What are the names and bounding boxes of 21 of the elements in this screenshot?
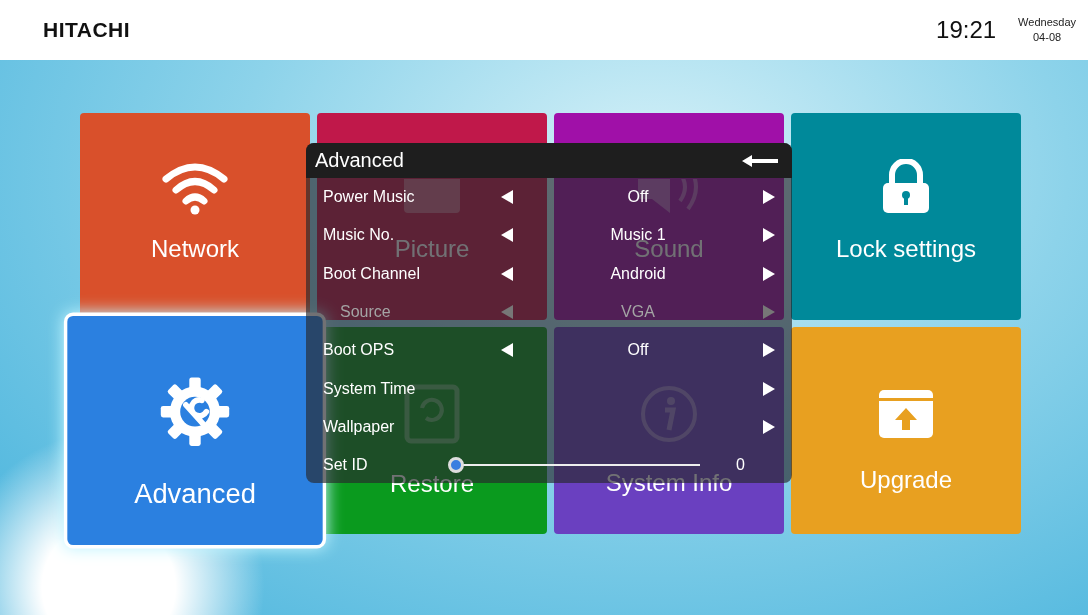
dialog-title: Advanced	[315, 149, 404, 172]
setting-label: Music No.	[323, 226, 395, 245]
clock-time: 19:21	[936, 16, 997, 44]
setting-value: VGA	[621, 303, 655, 322]
setting-value: Off	[627, 341, 649, 360]
tile-label: Upgrade	[859, 465, 953, 494]
tile-label: System Info	[605, 468, 733, 497]
weekday-label: Wednesday	[1018, 15, 1076, 30]
tile-label: Network	[151, 234, 239, 263]
brand-logo: HITACHI	[43, 18, 131, 42]
tile-label: Restore	[389, 469, 474, 498]
slider-value: 0	[736, 456, 745, 475]
setting-label: Boot Channel	[323, 264, 420, 283]
setting-value: Off	[627, 188, 649, 207]
setting-value: Android	[610, 264, 666, 283]
date-label: 04-08	[1033, 30, 1062, 45]
tile-label: Advanced	[134, 477, 256, 510]
setting-label: Source	[339, 303, 391, 322]
tile-label: Lock settings	[835, 234, 977, 263]
tile-label: Picture	[394, 235, 470, 263]
setting-label: Power Music	[323, 188, 415, 207]
